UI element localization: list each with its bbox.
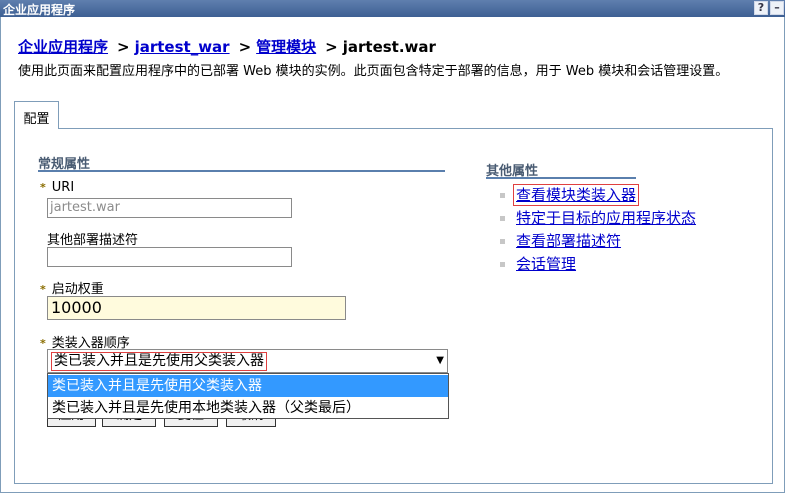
required-marker: * <box>40 181 46 194</box>
breadcrumb-current: jartest.war <box>342 38 436 56</box>
breadcrumb-separator: > <box>117 38 130 56</box>
window-title: 企业应用程序 <box>3 3 76 17</box>
breadcrumb-jartest-war[interactable]: jartest_war <box>135 38 230 56</box>
breadcrumb-separator: > <box>325 38 338 56</box>
classloader-order-dropdown: 类已装入并且是先使用父类装入器 类已装入并且是先使用本地类装入器（父类最后） <box>47 373 449 419</box>
bullet-icon <box>500 239 505 244</box>
minimize-icon[interactable]: – <box>770 1 784 15</box>
link-view-module-classloader[interactable]: 查看模块类装入器 <box>512 184 640 206</box>
deployment-descriptor-field[interactable] <box>47 247 292 267</box>
tab-configuration[interactable]: 配置 <box>14 101 59 129</box>
general-heading-divider <box>38 170 445 172</box>
breadcrumb: 企业应用程序 > jartest_war > 管理模块 > jartest.war <box>18 36 436 57</box>
bullet-icon <box>500 216 505 221</box>
help-icon[interactable]: ? <box>754 1 768 15</box>
window-titlebar: 企业应用程序 ? – <box>0 0 785 17</box>
breadcrumb-separator: > <box>238 38 252 56</box>
required-marker: * <box>40 283 46 296</box>
deployment-descriptor-label: 其他部署描述符 <box>47 233 139 248</box>
startup-weight-label: * 启动权重 <box>40 282 104 297</box>
classloader-order-selected: 类已装入并且是先使用父类装入器 <box>51 352 267 371</box>
bullet-icon <box>500 193 505 198</box>
page-description: 使用此页面来配置应用程序中的已部署 Web 模块的实例。此页面包含特定于部署的信… <box>18 64 729 79</box>
chevron-down-icon[interactable]: ▼ <box>436 356 444 366</box>
dropdown-option-parent-first[interactable]: 类已装入并且是先使用父类装入器 <box>48 375 448 397</box>
link-view-deployment-descriptor[interactable]: 查看部署描述符 <box>516 231 621 251</box>
link-session-management[interactable]: 会话管理 <box>516 254 576 274</box>
breadcrumb-enterprise-apps[interactable]: 企业应用程序 <box>18 38 108 56</box>
other-heading-divider <box>486 177 636 179</box>
breadcrumb-manage-modules[interactable]: 管理模块 <box>256 38 316 56</box>
uri-label: * URI <box>40 180 75 195</box>
classloader-order-select[interactable]: 类已装入并且是先使用父类装入器 ▼ <box>47 349 448 373</box>
required-marker: * <box>40 337 46 350</box>
uri-field[interactable]: jartest.war <box>47 198 292 218</box>
dropdown-option-parent-last[interactable]: 类已装入并且是先使用本地类装入器（父类最后） <box>48 397 448 419</box>
bullet-icon <box>500 262 505 267</box>
startup-weight-field[interactable]: 10000 <box>47 296 346 320</box>
link-target-specific-status[interactable]: 特定于目标的应用程序状态 <box>516 208 696 228</box>
